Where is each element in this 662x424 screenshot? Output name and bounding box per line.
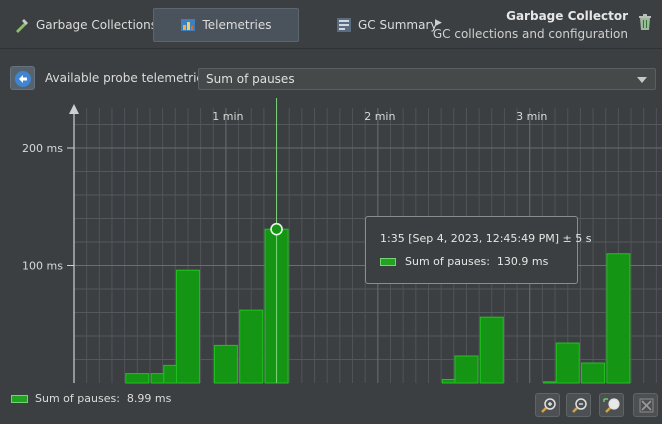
close-chart-button[interactable] xyxy=(633,393,658,417)
chart-tooltip: 1:35 [Sep 4, 2023, 12:45:49 PM] ± 5 s Su… xyxy=(365,216,591,284)
gc-summary-icon xyxy=(336,17,352,33)
tab-label: GC Summary xyxy=(358,18,438,32)
telemetries-icon xyxy=(180,17,196,33)
arrow-left-icon xyxy=(15,71,31,87)
zoom-in-button[interactable] xyxy=(535,393,560,417)
zoom-in-icon xyxy=(541,398,556,413)
trash-icon[interactable] xyxy=(638,13,652,31)
y-tick-label: 100 ms xyxy=(22,260,63,273)
chart-bar xyxy=(175,269,200,384)
probe-select-value: Sum of pauses xyxy=(206,72,295,86)
close-icon xyxy=(639,398,654,413)
chart-cursor-marker xyxy=(270,222,283,236)
garbage-collections-icon xyxy=(14,17,30,33)
back-button[interactable] xyxy=(10,66,35,90)
view-title: Garbage Collector xyxy=(506,9,628,23)
tab-label: Garbage Collections xyxy=(36,18,157,32)
zoom-out-icon xyxy=(572,398,587,413)
legend-entry: Sum of pauses: 8.99 ms xyxy=(35,392,172,405)
chart-bar xyxy=(581,362,606,384)
probe-label: Available probe telemetries: xyxy=(45,71,215,85)
tab-garbage-collections[interactable]: Garbage Collections xyxy=(10,8,161,42)
chart-bar xyxy=(125,373,150,384)
y-axis-arrow xyxy=(69,104,79,114)
tooltip-value: Sum of pauses: 130.9 ms xyxy=(405,255,549,268)
tooltip-time: 1:35 [Sep 4, 2023, 12:45:49 PM] ± 5 s xyxy=(380,232,592,245)
x-tick-label: 3 min xyxy=(516,110,547,123)
chart-bar xyxy=(555,342,580,384)
chart-bar xyxy=(479,316,504,384)
chart-bar xyxy=(454,355,479,384)
chevron-down-icon xyxy=(637,77,647,83)
chart-bar xyxy=(239,309,264,384)
chart-bar xyxy=(213,344,238,384)
tab-gc-summary[interactable]: GC Summary xyxy=(332,8,441,42)
tooltip-swatch xyxy=(380,258,396,266)
x-tick-label: 1 min xyxy=(212,110,243,123)
toolbar: Garbage Collections Telemetries GC Summa… xyxy=(0,0,662,49)
tab-telemetries[interactable]: Telemetries xyxy=(153,8,299,42)
legend-swatch xyxy=(11,395,28,403)
zoom-fit-button[interactable] xyxy=(599,393,624,417)
x-tick-label: 2 min xyxy=(364,110,395,123)
zoom-fit-icon xyxy=(603,398,620,413)
y-tick-label: 200 ms xyxy=(22,142,63,155)
zoom-out-button[interactable] xyxy=(566,393,591,417)
tab-label: Telemetries xyxy=(202,18,272,32)
chart-bar xyxy=(606,253,631,384)
probe-select[interactable]: Sum of pauses xyxy=(198,68,656,90)
view-subtitle: GC collections and configuration xyxy=(432,27,628,41)
